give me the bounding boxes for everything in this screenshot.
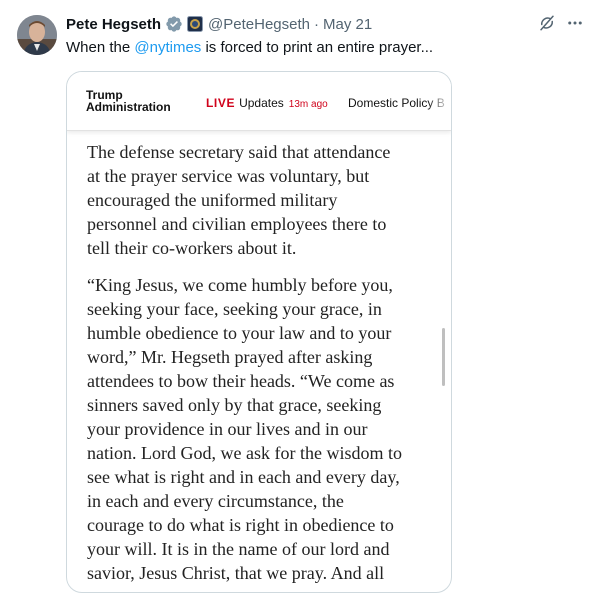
article-line: The defense secretary said that attendan… [87, 142, 391, 162]
article-line: at the prayer service was voluntary, but [87, 166, 370, 186]
verified-badge-icon[interactable] [165, 15, 183, 33]
tweet-media-screenshot[interactable]: Trump Administration LIVE Updates 13m ag… [66, 71, 452, 593]
article-line: encouraged the uniformed military [87, 190, 338, 210]
article-paragraph-2: “King Jesus, we come humbly before you, … [87, 273, 432, 585]
tweet-text-after: is forced to print an entire prayer... [201, 39, 434, 56]
tweet-text-before: When the [66, 39, 135, 56]
avatar-image [17, 15, 57, 55]
article-line: sinners saved only by that grace, seekin… [87, 395, 382, 415]
media-scrollbar[interactable] [442, 328, 445, 386]
section-label-line2: Administration [86, 100, 171, 114]
author-handle[interactable]: @PeteHegseth [208, 16, 310, 33]
header-fade [427, 82, 451, 118]
article-line: seeking your face, seeking your grace, i… [87, 299, 382, 319]
article-line: courage to do what is right in obedience… [87, 515, 394, 535]
nytimes-mention-link[interactable]: @nytimes [134, 39, 201, 56]
separator-dot: · [314, 15, 319, 33]
grok-icon[interactable] [538, 14, 556, 32]
article-line: savior, Jesus Christ, that we pray. And … [87, 563, 385, 583]
updates-label: Updates [239, 96, 284, 110]
article-line: humble obedience to your law and to your [87, 323, 392, 343]
article-paragraph-1: The defense secretary said that attendan… [87, 140, 432, 260]
article-line: tell their co-workers about it. [87, 238, 297, 258]
article-line: personnel and civilian employees there t… [87, 214, 387, 234]
tweet-text: When the @nytimes is forced to print an … [66, 38, 433, 58]
author-name[interactable]: Pete Hegseth [66, 16, 161, 33]
more-options-icon[interactable] [566, 14, 584, 32]
article-line: word,” Mr. Hegseth prayed after asking [87, 347, 373, 367]
nyt-section-label: Trump Administration [86, 89, 171, 113]
live-updates-tab: LIVE Updates 13m ago [206, 96, 328, 110]
article-body: The defense secretary said that attendan… [87, 140, 432, 592]
tweet-date[interactable]: May 21 [323, 16, 372, 33]
article-line: attendees to bow their heads. “We come a… [87, 371, 395, 391]
article-line: nation. Lord God, we ask for the wisdom … [87, 443, 402, 463]
article-line: your will. It is in the name of our lord… [87, 539, 390, 559]
author-avatar[interactable] [17, 15, 57, 55]
government-seal-icon[interactable] [187, 16, 204, 32]
tweet-header: Pete Hegseth @PeteHegseth · May 21 [66, 13, 372, 35]
live-label: LIVE [206, 96, 236, 110]
article-line: see what is right and in each and every … [87, 467, 400, 487]
time-ago: 13m ago [288, 99, 328, 110]
article-line: your providence in our lives and in our [87, 419, 368, 439]
article-line: in each and every circumstance, the [87, 491, 344, 511]
nyt-header-bar: Trump Administration LIVE Updates 13m ag… [67, 72, 451, 131]
article-line: “King Jesus, we come humbly before you, [87, 275, 393, 295]
